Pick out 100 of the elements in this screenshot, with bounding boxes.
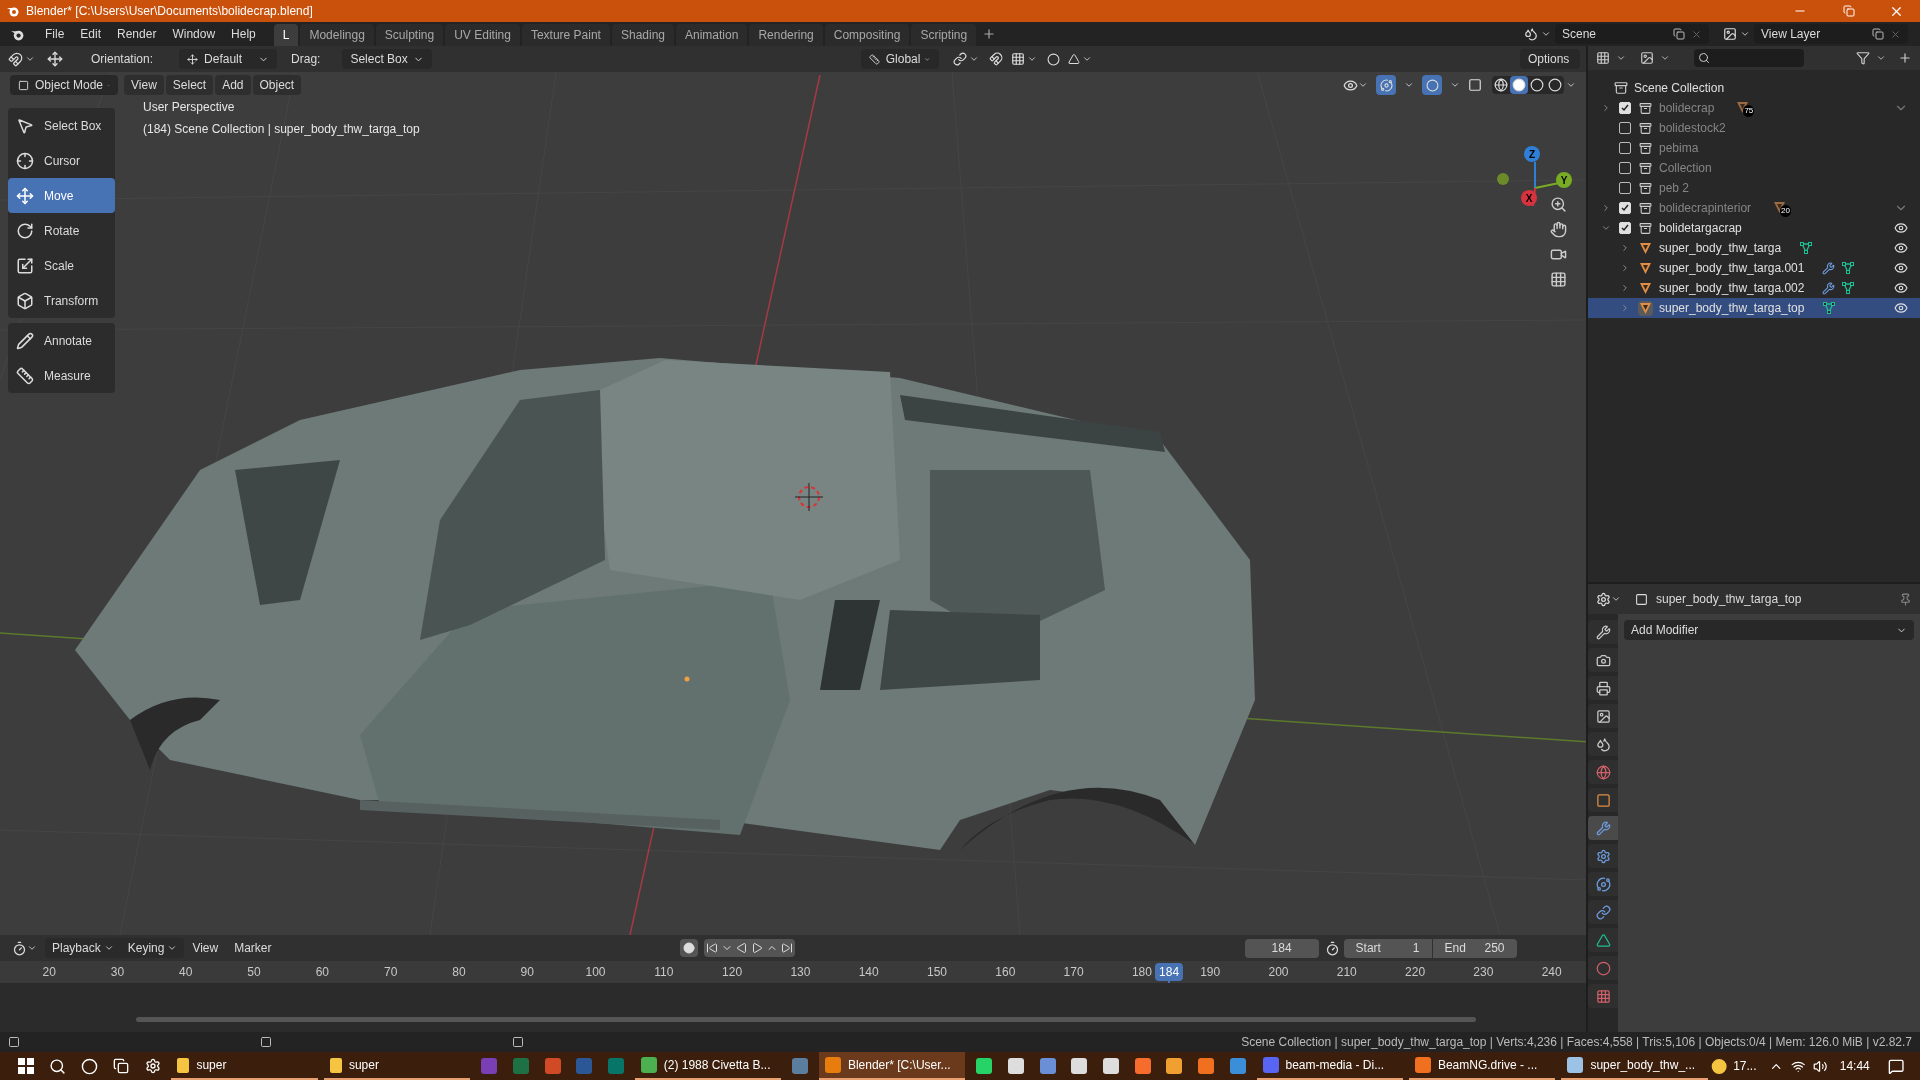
- tool-button[interactable]: Scale: [8, 248, 115, 283]
- properties-tab[interactable]: [1588, 704, 1618, 728]
- chevron-icon[interactable]: [1026, 54, 1037, 64]
- tool-button[interactable]: Select Box: [8, 108, 115, 143]
- taskbar-window[interactable]: Blender* [C:\User...: [818, 1052, 966, 1080]
- menu-item[interactable]: File: [37, 25, 73, 43]
- properties-tab[interactable]: [1588, 900, 1618, 924]
- outliner-label[interactable]: peb 2: [1659, 179, 1690, 197]
- menu-item[interactable]: Help: [223, 25, 264, 43]
- record-icon[interactable]: [679, 939, 698, 957]
- jump-start-icon[interactable]: [705, 942, 718, 954]
- snap-target-icon[interactable]: [1010, 52, 1025, 66]
- workspace-tab[interactable]: Compositing: [824, 24, 910, 46]
- viewport-menu[interactable]: Select: [165, 75, 214, 95]
- menu-item[interactable]: Render: [109, 25, 165, 43]
- workspace-tab[interactable]: Modelingg: [300, 24, 374, 46]
- chevron-icon[interactable]: [1541, 29, 1551, 39]
- workspace-tab[interactable]: L: [273, 24, 299, 46]
- playhead[interactable]: 184: [1155, 963, 1184, 981]
- app-icon[interactable]: [640, 1057, 657, 1073]
- close-icon[interactable]: [1691, 28, 1702, 40]
- weather-text[interactable]: 17...: [1733, 1057, 1757, 1075]
- outliner-label[interactable]: super_body_thw_targa_top: [1659, 299, 1805, 317]
- axis-label[interactable]: Z: [1524, 146, 1540, 162]
- mode-dropdown[interactable]: Object Mode: [10, 75, 118, 95]
- checkbox[interactable]: [1619, 162, 1631, 174]
- app-icon[interactable]: [1039, 1058, 1056, 1074]
- taskbar-window[interactable]: super: [171, 1052, 318, 1080]
- outliner-row[interactable]: super_body_thw_targa: [1588, 238, 1920, 258]
- taskbar-window[interactable]: (2) 1988 Civetta B...: [634, 1052, 782, 1080]
- scrollbar[interactable]: [136, 1017, 1476, 1022]
- viewport-menu[interactable]: View: [124, 75, 164, 95]
- search-field[interactable]: [1694, 49, 1804, 67]
- properties-tab[interactable]: [1588, 732, 1618, 756]
- orientation-dropdown[interactable]: Default: [179, 49, 278, 69]
- chevron-icon[interactable]: [1876, 53, 1886, 63]
- timeline-menu[interactable]: Playback: [45, 938, 121, 958]
- chevron-icon[interactable]: [1450, 80, 1460, 90]
- view-layer-icon[interactable]: [1723, 27, 1737, 41]
- windows-logo-icon[interactable]: [17, 1058, 34, 1074]
- axis-label[interactable]: X: [1521, 190, 1537, 206]
- view-layer-icon[interactable]: [1640, 51, 1654, 65]
- eye-icon[interactable]: [1894, 281, 1908, 295]
- outliner-label[interactable]: bolidetargacrap: [1659, 219, 1742, 237]
- outliner-label[interactable]: Collection: [1659, 159, 1712, 177]
- outliner-row[interactable]: super_body_thw_targa.002: [1588, 278, 1920, 298]
- app-icon[interactable]: [1007, 1058, 1024, 1074]
- wrench-icon[interactable]: [1822, 261, 1836, 275]
- transform-orientation-dropdown[interactable]: Global: [860, 49, 939, 69]
- stopwatch-icon[interactable]: [1324, 940, 1340, 956]
- zoom-icon[interactable]: [1550, 196, 1567, 213]
- chevron-icon[interactable]: [1611, 594, 1621, 604]
- properties-tab[interactable]: [1588, 760, 1618, 784]
- axis-label[interactable]: Y: [1556, 172, 1572, 188]
- scene-icon[interactable]: [1524, 27, 1538, 41]
- app-icon[interactable]: [1567, 1057, 1584, 1073]
- outliner-label[interactable]: bolidecrap: [1659, 99, 1715, 117]
- app-icon[interactable]: [1197, 1058, 1214, 1074]
- chevron-icon[interactable]: [27, 943, 37, 953]
- tool-button[interactable]: Transform: [8, 283, 115, 318]
- workspace-tab[interactable]: Animation: [676, 24, 748, 46]
- rendered-shading-icon[interactable]: [1546, 76, 1564, 94]
- taskbar-window[interactable]: super: [323, 1052, 471, 1080]
- chevron-icon[interactable]: [1660, 53, 1670, 63]
- chevron-icon[interactable]: [1358, 80, 1368, 90]
- weather-icon[interactable]: [1710, 1057, 1728, 1075]
- start-frame-field[interactable]: Start 1: [1343, 938, 1432, 958]
- workspace-tab[interactable]: Rendering: [749, 24, 823, 46]
- notification-icon[interactable]: [1887, 1057, 1905, 1075]
- timeline-menu[interactable]: Marker: [226, 938, 280, 958]
- eye-icon[interactable]: [1894, 261, 1908, 275]
- chevron-icon[interactable]: [25, 54, 35, 64]
- app-icon[interactable]: [976, 1058, 993, 1074]
- snap-icon[interactable]: [988, 52, 1003, 66]
- properties-tab[interactable]: [1588, 620, 1618, 644]
- taskbar-window[interactable]: BeamNG.drive - ...: [1408, 1052, 1556, 1080]
- properties-tab[interactable]: [1588, 984, 1618, 1008]
- display-mode-icon[interactable]: [1596, 51, 1610, 65]
- restore-icon[interactable]: [1843, 5, 1855, 17]
- timeline-menu[interactable]: View: [184, 938, 227, 958]
- timeline-menu[interactable]: Keying: [120, 938, 185, 958]
- hand-icon[interactable]: [1550, 221, 1567, 238]
- chevron-icon[interactable]: [1566, 80, 1576, 90]
- workspace-tab[interactable]: Texture Paint: [521, 24, 610, 46]
- overlay-toggle[interactable]: [1422, 75, 1442, 95]
- workspace-tab[interactable]: Shading: [611, 24, 674, 46]
- outliner-label[interactable]: Scene Collection: [1634, 79, 1725, 97]
- properties-tab[interactable]: [1588, 788, 1618, 812]
- outliner-row[interactable]: super_body_thw_targa_top: [1588, 298, 1920, 318]
- xray-icon[interactable]: [1468, 78, 1482, 92]
- eye-icon[interactable]: [1894, 301, 1908, 315]
- play-reverse-icon[interactable]: [735, 942, 748, 954]
- checkbox[interactable]: [1619, 222, 1631, 234]
- gizmo-toggle[interactable]: [1376, 75, 1396, 95]
- solid-shading-icon[interactable]: [1510, 76, 1528, 94]
- chevron-icon[interactable]: [167, 943, 178, 953]
- falloff-icon[interactable]: [1067, 53, 1080, 65]
- menu-item[interactable]: Window: [164, 25, 224, 43]
- checkbox[interactable]: [1619, 182, 1631, 194]
- filter-icon[interactable]: [1856, 51, 1870, 65]
